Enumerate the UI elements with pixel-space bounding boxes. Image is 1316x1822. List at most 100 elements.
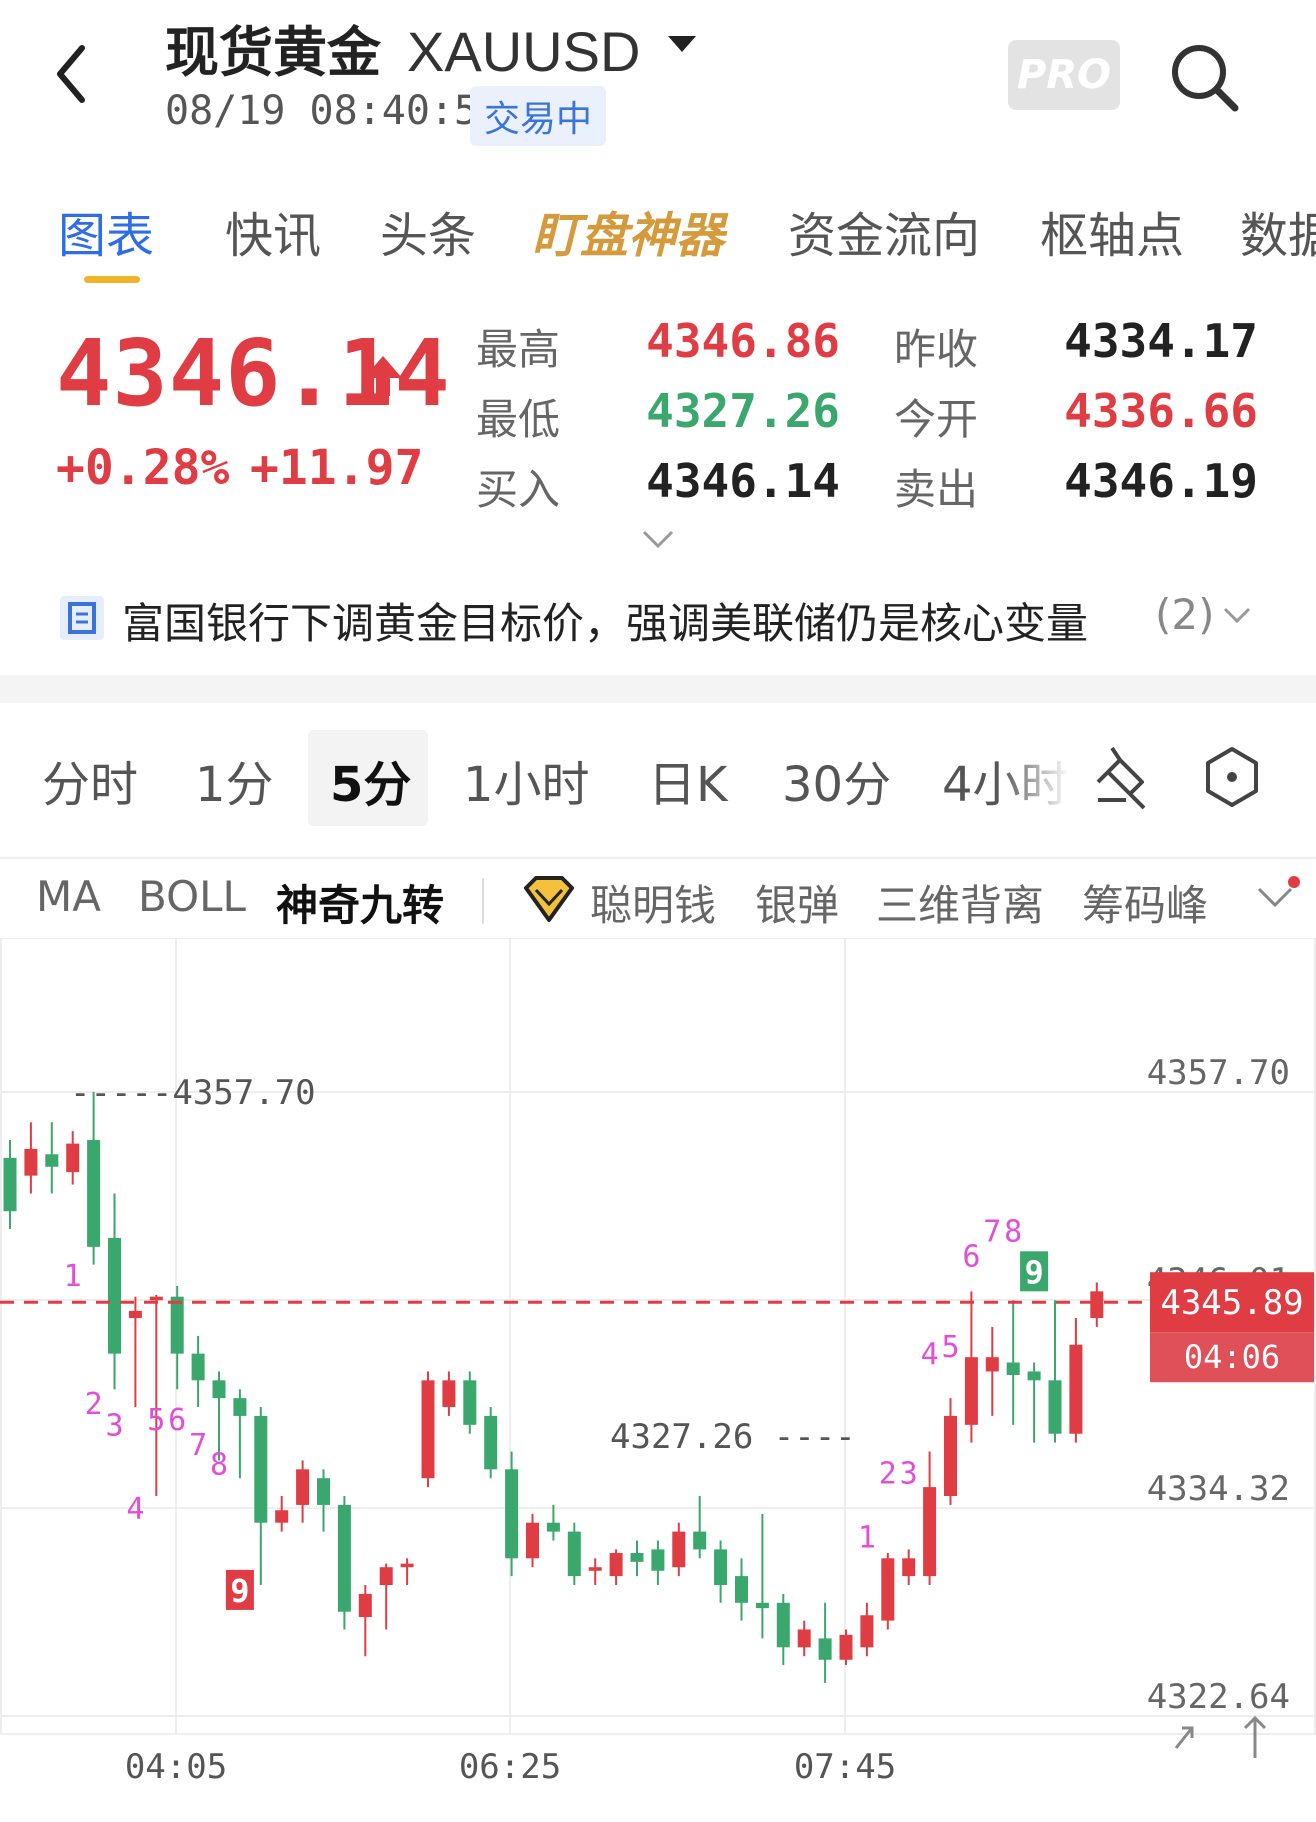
tab-monitor-tool[interactable]: 盯盘神器 [532,196,724,266]
news-count: (2) [1155,590,1215,639]
candle-body [442,1380,456,1408]
symbol-dropdown[interactable] [666,34,698,56]
tab-capital-flow[interactable]: 资金流向 [788,196,980,266]
candle-body [860,1615,874,1648]
candle-body [24,1148,38,1176]
stat-label-ask: 卖出 [894,465,979,514]
pro-button[interactable]: PRO [1008,40,1120,110]
trading-status-badge: 交易中 [470,86,607,146]
td-count-label: 6 [168,1403,186,1438]
change-percent: +0.28% [56,440,230,496]
tab-flash-news[interactable]: 快讯 [225,196,321,266]
td-count-label: 1 [64,1259,82,1294]
indicator-smart-money[interactable]: 聪明钱 [590,872,716,933]
stat-value-ask: 4346.19 [1064,454,1258,508]
candle-body [191,1353,205,1381]
page-title[interactable]: 现货黄金 XAUUSD [165,8,640,87]
td-count-label: 8 [1004,1215,1022,1250]
search-button[interactable] [1165,38,1245,118]
tab-chart[interactable]: 图表 [58,196,154,266]
expand-diagonal-icon[interactable] [1174,1726,1194,1749]
x-tick-label: 07:45 [794,1747,896,1787]
instrument-name: 现货黄金 [165,21,381,84]
indicator-divider [482,878,484,924]
candle-body [964,1357,978,1425]
section-divider [0,675,1316,703]
indicator-td-sequential[interactable]: 神奇九转 [276,872,444,933]
stat-value-high: 4346.86 [646,314,840,368]
x-tick-label: 06:25 [459,1747,561,1787]
candle-body [296,1469,310,1505]
candle-body [818,1638,832,1660]
indicator-ma[interactable]: MA [36,872,101,921]
candle-body [275,1510,289,1523]
candle-body [944,1415,957,1497]
candle-body [902,1558,916,1577]
quote-timestamp: 08/19 08:40:54 [165,88,503,134]
diamond-icon [522,874,576,924]
indicator-boll[interactable]: BOLL [138,872,246,921]
candle-body [1006,1362,1020,1375]
stat-label-open: 今开 [894,395,979,444]
candle-body [923,1487,937,1577]
candle-body [797,1629,811,1648]
candle-body [45,1154,59,1167]
candle-body [254,1415,268,1523]
caret-down-icon [668,36,696,52]
scroll-to-top-icon[interactable] [1243,1715,1267,1758]
back-button[interactable] [40,30,120,130]
tab-headlines[interactable]: 头条 [380,196,476,266]
chevron-down-icon [1222,606,1252,626]
stat-value-bid: 4346.14 [646,454,840,508]
candle-body [233,1398,247,1416]
td-count-label: 9 [230,1572,249,1610]
candle-body [526,1522,539,1559]
indicator-3d-divergence[interactable]: 三维背离 [876,872,1044,933]
chart-settings-button[interactable] [1200,745,1264,809]
candle-body [108,1237,121,1354]
indicator-silver-bullet[interactable]: 银弹 [755,872,839,933]
candlestick-chart[interactable]: 4357.704346.014334.324322.6404:0506:2507… [0,938,1316,1822]
tab-pivot-points[interactable]: 枢轴点 [1040,196,1184,266]
candle-body [755,1602,769,1609]
drawing-tool-button[interactable] [1090,742,1154,814]
candle-body [379,1567,393,1586]
stat-label-prev-close: 昨收 [894,325,979,374]
period-tab-5m[interactable]: 5分 [330,745,411,815]
period-tab-30m[interactable]: 30分 [782,745,891,815]
candle-body [567,1531,581,1577]
period-tab-daily[interactable]: 日K [648,745,727,815]
candle-body [776,1602,790,1648]
candle-body [3,1157,17,1212]
stat-label-low: 最低 [476,395,561,444]
stat-value-open: 4336.66 [1064,384,1258,438]
news-icon [60,596,104,640]
tab-data[interactable]: 数据 [1240,196,1316,266]
candle-body [672,1531,686,1568]
period-tab-timeshare[interactable]: 分时 [42,745,138,815]
candle-body [128,1310,142,1319]
candle-body [609,1552,623,1577]
more-indicators-button[interactable] [1255,885,1295,911]
period-tab-1m[interactable]: 1分 [195,745,274,815]
indicator-volume-profile[interactable]: 筹码峰 [1082,872,1208,933]
candle-body [421,1380,435,1479]
x-tick-label: 04:05 [125,1747,227,1787]
low-price-label: 4327.26 ---- [610,1417,856,1457]
candle-body [651,1549,665,1571]
candle-body [505,1469,519,1559]
td-count-label: 8 [210,1448,228,1483]
td-count-label: 2 [85,1387,103,1422]
candle-body [170,1296,184,1354]
td-count-label: 3 [105,1409,123,1444]
expand-stats-button[interactable] [640,528,676,552]
candle-body [985,1357,999,1372]
period-tab-1h[interactable]: 1小时 [463,745,590,815]
candle-body [839,1634,853,1660]
stat-label-high: 最高 [476,325,561,374]
td-count-label: 7 [983,1215,1001,1250]
notification-dot [1288,876,1300,888]
td-count-label: 4 [921,1337,939,1372]
candle-body [358,1593,372,1618]
candle-body [1069,1344,1083,1434]
